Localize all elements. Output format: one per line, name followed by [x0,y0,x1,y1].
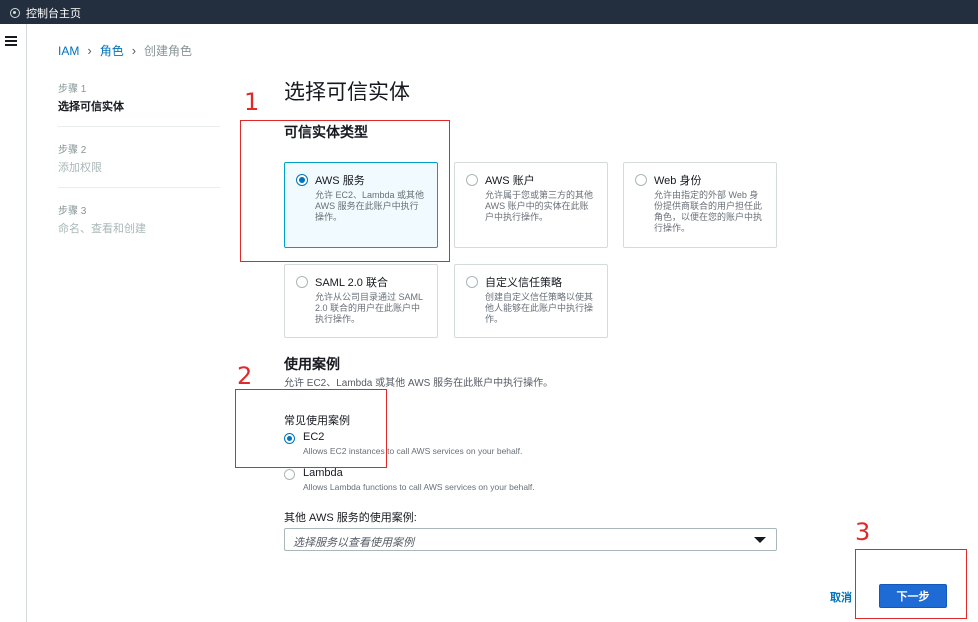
tile-web-identity[interactable]: Web 身份 允许由指定的外部 Web 身份提供商联合的用户担任此角色，以便在您… [623,162,777,248]
tile-saml-federation[interactable]: SAML 2.0 联合 允许从公司目录通过 SAML 2.0 联合的用户在此账户… [284,264,438,338]
top-navigation-bar: 控制台主页 [0,0,978,24]
annotation-number-2: 2 [237,362,253,390]
step-number: 步骤 2 [58,145,87,156]
step-title: 选择可信实体 [58,101,124,113]
tile-custom-trust-policy[interactable]: 自定义信任策略 创建自定义信任策略以使其他人能够在此账户中执行操作。 [454,264,608,338]
tile-description: 允许由指定的外部 Web 身份提供商联合的用户担任此角色，以便在您的账户中执行操… [654,190,763,233]
step-title: 添加权限 [58,162,102,174]
step-number: 步骤 1 [58,84,87,95]
annotation-number-1: 1 [244,88,260,116]
use-case-subtitle: 允许 EC2、Lambda 或其他 AWS 服务在此账户中执行操作。 [284,378,554,389]
tile-title: SAML 2.0 联合 [315,277,388,289]
wizard-step-2: 步骤 2 添加权限 [58,141,220,188]
radio-icon[interactable] [466,276,478,288]
tile-title: 自定义信任策略 [485,277,562,289]
wizard-step-3: 步骤 3 命名、查看和创建 [58,202,220,248]
breadcrumb-roles[interactable]: 角色 [100,42,124,59]
chevron-right-icon: › [87,43,92,58]
aws-console-icon [10,8,20,18]
use-case-description: Allows Lambda functions to call AWS serv… [303,482,535,492]
annotation-box-2 [235,389,387,468]
cancel-button[interactable]: 取消 [830,589,852,605]
radio-icon[interactable] [296,276,308,288]
radio-icon[interactable] [635,174,647,186]
radio-icon[interactable] [284,469,295,480]
breadcrumb-iam[interactable]: IAM [58,44,79,58]
breadcrumb-create-role: 创建角色 [144,44,193,58]
service-select-placeholder: 选择服务以查看使用案例 [293,537,414,549]
wizard-step-1: 步骤 1 选择可信实体 [58,80,220,127]
page-title: 选择可信实体 [284,81,410,104]
service-select[interactable]: 选择服务以查看使用案例 [284,528,777,551]
use-case-title: Lambda [303,467,343,479]
menu-icon[interactable] [5,36,17,46]
breadcrumb: IAM › 角色 › 创建角色 [58,42,192,59]
step-title: 命名、查看和创建 [58,223,146,235]
console-home-link[interactable]: 控制台主页 [10,5,81,21]
tile-description: 允许属于您或第三方的其他 AWS 账户中的实体在此账户中执行操作。 [485,190,594,222]
tile-title: AWS 账户 [485,175,535,187]
step-number: 步骤 3 [58,206,87,217]
annotation-box-3 [855,549,967,619]
radio-icon[interactable] [466,174,478,186]
tile-description: 创建自定义信任策略以使其他人能够在此账户中执行操作。 [485,292,594,324]
tile-description: 允许从公司目录通过 SAML 2.0 联合的用户在此账户中执行操作。 [315,292,423,324]
tile-title: Web 身份 [654,175,702,187]
annotation-box-1 [240,120,450,262]
annotation-number-3: 3 [855,518,871,546]
use-case-heading: 使用案例 [284,356,340,372]
console-home-label: 控制台主页 [26,8,81,20]
use-case-lambda[interactable]: Lambda Allows Lambda functions to call A… [284,467,535,492]
tile-aws-account[interactable]: AWS 账户 允许属于您或第三方的其他 AWS 账户中的实体在此账户中执行操作。 [454,162,608,248]
other-use-cases-label: 其他 AWS 服务的使用案例: [284,512,417,524]
wizard-steps: 步骤 1 选择可信实体 步骤 2 添加权限 步骤 3 命名、查看和创建 [58,80,220,262]
left-navigation-rail [0,24,27,622]
chevron-right-icon: › [131,43,137,58]
caret-down-icon[interactable] [754,537,766,543]
